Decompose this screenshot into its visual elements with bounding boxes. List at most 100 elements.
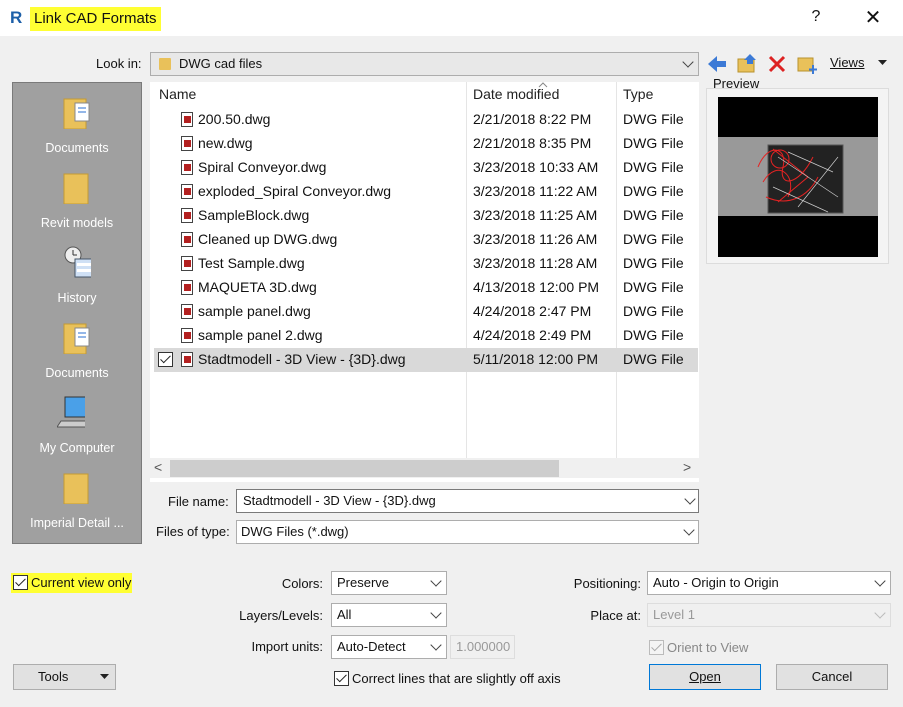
documents-folder-icon <box>63 323 90 354</box>
file-list[interactable]: Name Date modified Type 200.50.dwg 2/21/2… <box>150 82 699 482</box>
column-header-name[interactable]: Name <box>159 86 196 102</box>
place-label: My Computer <box>39 441 115 455</box>
place-label: History <box>57 291 97 305</box>
chevron-down-icon <box>874 575 886 587</box>
files-of-type-value: DWG Files (*.dwg) <box>241 524 349 539</box>
new-folder-icon[interactable] <box>796 53 818 75</box>
file-date-cell: 5/11/2018 12:00 PM <box>473 351 599 367</box>
file-row[interactable]: Cleaned up DWG.dwg 3/23/2018 11:26 AM DWG … <box>154 228 698 252</box>
layers-value: All <box>337 607 352 622</box>
cancel-button[interactable]: Cancel <box>776 664 888 690</box>
file-date-cell: 3/23/2018 11:25 AM <box>473 207 598 223</box>
place-documents[interactable]: Documents <box>13 89 141 161</box>
views-menu-button[interactable]: Views <box>826 54 892 74</box>
import-scale-input[interactable]: 1.000000 <box>450 635 515 659</box>
layers-select[interactable]: All <box>331 603 447 627</box>
place-at-select[interactable]: Level 1 <box>647 603 891 627</box>
file-type-cell: DWG File <box>623 159 684 175</box>
column-header-date[interactable]: Date modified <box>473 86 559 102</box>
history-icon <box>64 246 91 278</box>
file-name-cell: 200.50.dwg <box>198 111 271 127</box>
delete-icon[interactable] <box>766 53 788 75</box>
current-view-only-label: Current view only <box>31 575 132 590</box>
file-row[interactable]: Spiral Conveyor.dwg 3/23/2018 10:33 AM DWG… <box>154 156 698 180</box>
preview-label: Preview <box>713 76 760 91</box>
file-type-cell: DWG File <box>623 351 684 367</box>
colors-label: Colors: <box>281 576 323 591</box>
tools-label: Tools <box>38 669 69 684</box>
file-type-cell: DWG File <box>623 255 684 271</box>
close-button[interactable]: ✕ <box>862 8 884 30</box>
file-row[interactable]: Test Sample.dwg 3/23/2018 11:28 AM DWG Fil… <box>154 252 698 276</box>
files-of-type-select[interactable]: DWG Files (*.dwg) <box>236 520 699 544</box>
chevron-down-icon <box>430 607 442 619</box>
file-name-cell: Cleaned up DWG.dwg <box>198 231 338 247</box>
file-row[interactable]: sample panel 2.dwg 4/24/2018 2:49 PM DWG F… <box>154 324 698 348</box>
file-name-cell: Test Sample.dwg <box>198 255 305 271</box>
dwg-file-icon <box>181 208 193 223</box>
orient-to-view-checkbox[interactable] <box>649 640 664 655</box>
place-label: Imperial Detail ... <box>30 516 124 530</box>
file-name-cell: SampleBlock.dwg <box>198 207 310 223</box>
back-arrow-icon[interactable] <box>706 53 728 75</box>
place-at-label: Place at: <box>590 608 641 623</box>
file-row[interactable]: MAQUETA 3D.dwg 4/13/2018 12:00 PM DWG File <box>154 276 698 300</box>
chevron-down-icon <box>874 607 886 619</box>
scrollbar-thumb[interactable] <box>170 460 559 477</box>
dwg-file-icon <box>181 280 193 295</box>
chevron-down-icon <box>683 524 695 536</box>
views-label: Views <box>830 55 865 70</box>
file-row[interactable]: sample panel.dwg 4/24/2018 2:47 PM DWG Fil… <box>154 300 698 324</box>
file-type-cell: DWG File <box>623 303 684 319</box>
file-date-cell: 4/24/2018 2:47 PM <box>473 303 592 319</box>
file-row[interactable]: SampleBlock.dwg 3/23/2018 11:25 AM DWG Fil… <box>154 204 698 228</box>
tools-button[interactable]: Tools <box>13 664 116 690</box>
scroll-left-icon[interactable]: < <box>154 459 162 475</box>
scroll-right-icon[interactable]: > <box>683 459 691 475</box>
window-title: Link CAD Formats <box>30 7 161 31</box>
correct-lines-checkbox[interactable] <box>334 671 349 686</box>
file-row[interactable]: new.dwg 2/21/2018 8:35 PM DWG File <box>154 132 698 156</box>
file-row[interactable]: Stadtmodell - 3D View - {3D}.dwg 5/11/201… <box>154 348 698 372</box>
dwg-file-icon <box>181 352 193 367</box>
file-type-cell: DWG File <box>623 183 684 199</box>
open-button[interactable]: Open <box>649 664 761 690</box>
open-label: Open <box>689 669 721 684</box>
file-name-label: File name: <box>168 494 229 509</box>
file-date-cell: 4/24/2018 2:49 PM <box>473 327 592 343</box>
colors-value: Preserve <box>337 575 390 590</box>
file-name-cell: sample panel.dwg <box>198 303 311 319</box>
dwg-file-icon <box>181 184 193 199</box>
positioning-label: Positioning: <box>573 576 641 591</box>
look-in-combo[interactable]: DWG cad files <box>150 52 699 76</box>
positioning-select[interactable]: Auto - Origin to Origin <box>647 571 891 595</box>
place-documents-2[interactable]: Documents <box>13 314 141 386</box>
place-history[interactable]: History <box>13 239 141 311</box>
current-view-only-option[interactable]: Current view only <box>11 573 132 593</box>
up-folder-icon[interactable] <box>736 53 758 75</box>
file-name-input[interactable]: Stadtmodell - 3D View - {3D}.dwg <box>236 489 699 513</box>
folder-icon <box>63 473 89 504</box>
file-name-cell: Stadtmodell - 3D View - {3D}.dwg <box>198 351 406 367</box>
import-units-select[interactable]: Auto-Detect <box>331 635 447 659</box>
file-row[interactable]: exploded_Spiral Conveyor.dwg 3/23/2018 11… <box>154 180 698 204</box>
file-type-cell: DWG File <box>623 231 684 247</box>
place-revit-models[interactable]: Revit models <box>13 164 141 236</box>
file-date-cell: 3/23/2018 11:22 AM <box>473 183 598 199</box>
colors-select[interactable]: Preserve <box>331 571 447 595</box>
file-type-cell: DWG File <box>623 279 684 295</box>
row-select-checkbox[interactable] <box>158 352 173 367</box>
folder-icon <box>63 173 89 204</box>
dwg-file-icon <box>181 112 193 127</box>
import-units-value: Auto-Detect <box>337 639 406 654</box>
place-imperial-detail[interactable]: Imperial Detail ... <box>13 464 141 536</box>
file-row[interactable]: 200.50.dwg 2/21/2018 8:22 PM DWG File <box>154 108 698 132</box>
dwg-file-icon <box>181 232 193 247</box>
place-label: Revit models <box>40 216 114 230</box>
column-header-type[interactable]: Type <box>623 86 653 102</box>
current-view-only-checkbox[interactable] <box>13 575 28 590</box>
place-my-computer[interactable]: My Computer <box>13 389 141 461</box>
help-button[interactable]: ? <box>806 8 826 28</box>
revit-app-icon: R <box>10 8 23 27</box>
sort-ascending-icon <box>538 82 548 88</box>
